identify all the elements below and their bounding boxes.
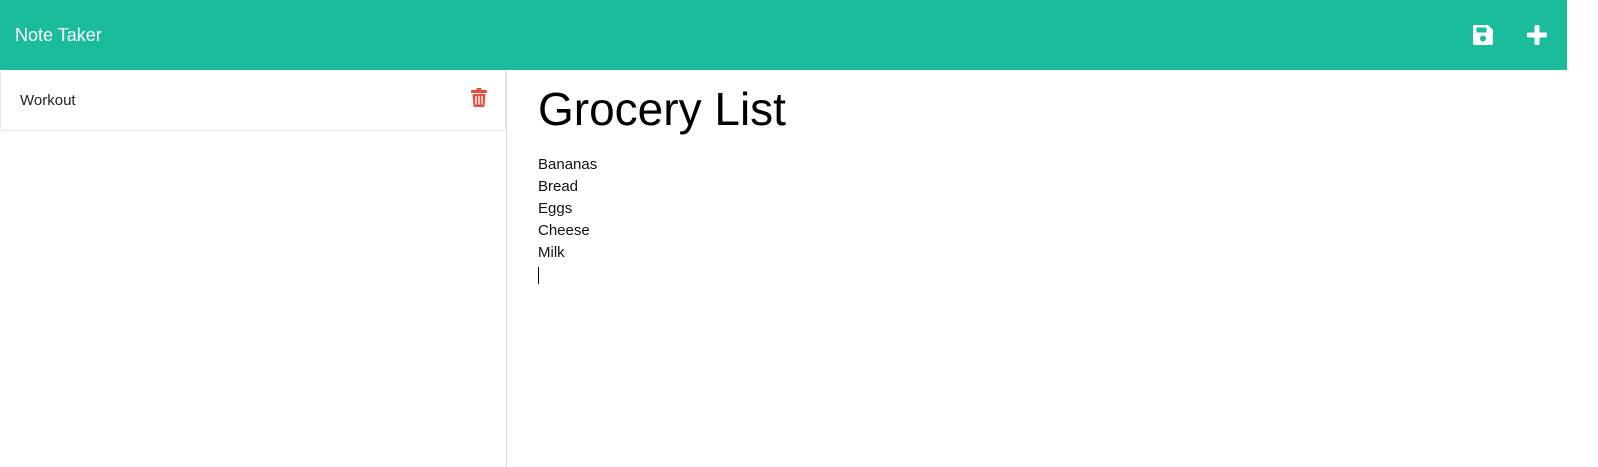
note-title-input[interactable]: Grocery List <box>538 82 1537 136</box>
delete-note-button[interactable] <box>471 87 487 107</box>
note-line: Bread <box>538 178 579 195</box>
note-line: Eggs <box>538 200 573 217</box>
navbar: Note Taker <box>0 0 1567 70</box>
window-edge <box>1567 0 1598 467</box>
note-list-item-title: Workout <box>20 91 76 109</box>
note-line: Cheese <box>538 222 590 239</box>
notes-sidebar: Workout <box>0 70 507 467</box>
note-editor: Grocery List Bananas Bread Eggs Cheese M… <box>508 70 1567 467</box>
note-list-item[interactable]: Workout <box>0 70 506 131</box>
app-brand[interactable]: Note Taker <box>15 25 102 46</box>
nav-actions <box>1470 22 1552 48</box>
note-line: Bananas <box>538 156 598 173</box>
note-line: Milk <box>538 244 565 261</box>
plus-icon <box>1527 25 1547 45</box>
note-text-area[interactable]: Bananas Bread Eggs Cheese Milk <box>538 154 1537 284</box>
text-cursor <box>538 267 539 284</box>
save-icon <box>1473 25 1493 45</box>
trash-icon <box>471 87 487 107</box>
save-note-button[interactable] <box>1470 22 1496 48</box>
new-note-button[interactable] <box>1524 22 1550 48</box>
app-window: Note Taker Workout Grocery List Bananas … <box>0 0 1598 467</box>
